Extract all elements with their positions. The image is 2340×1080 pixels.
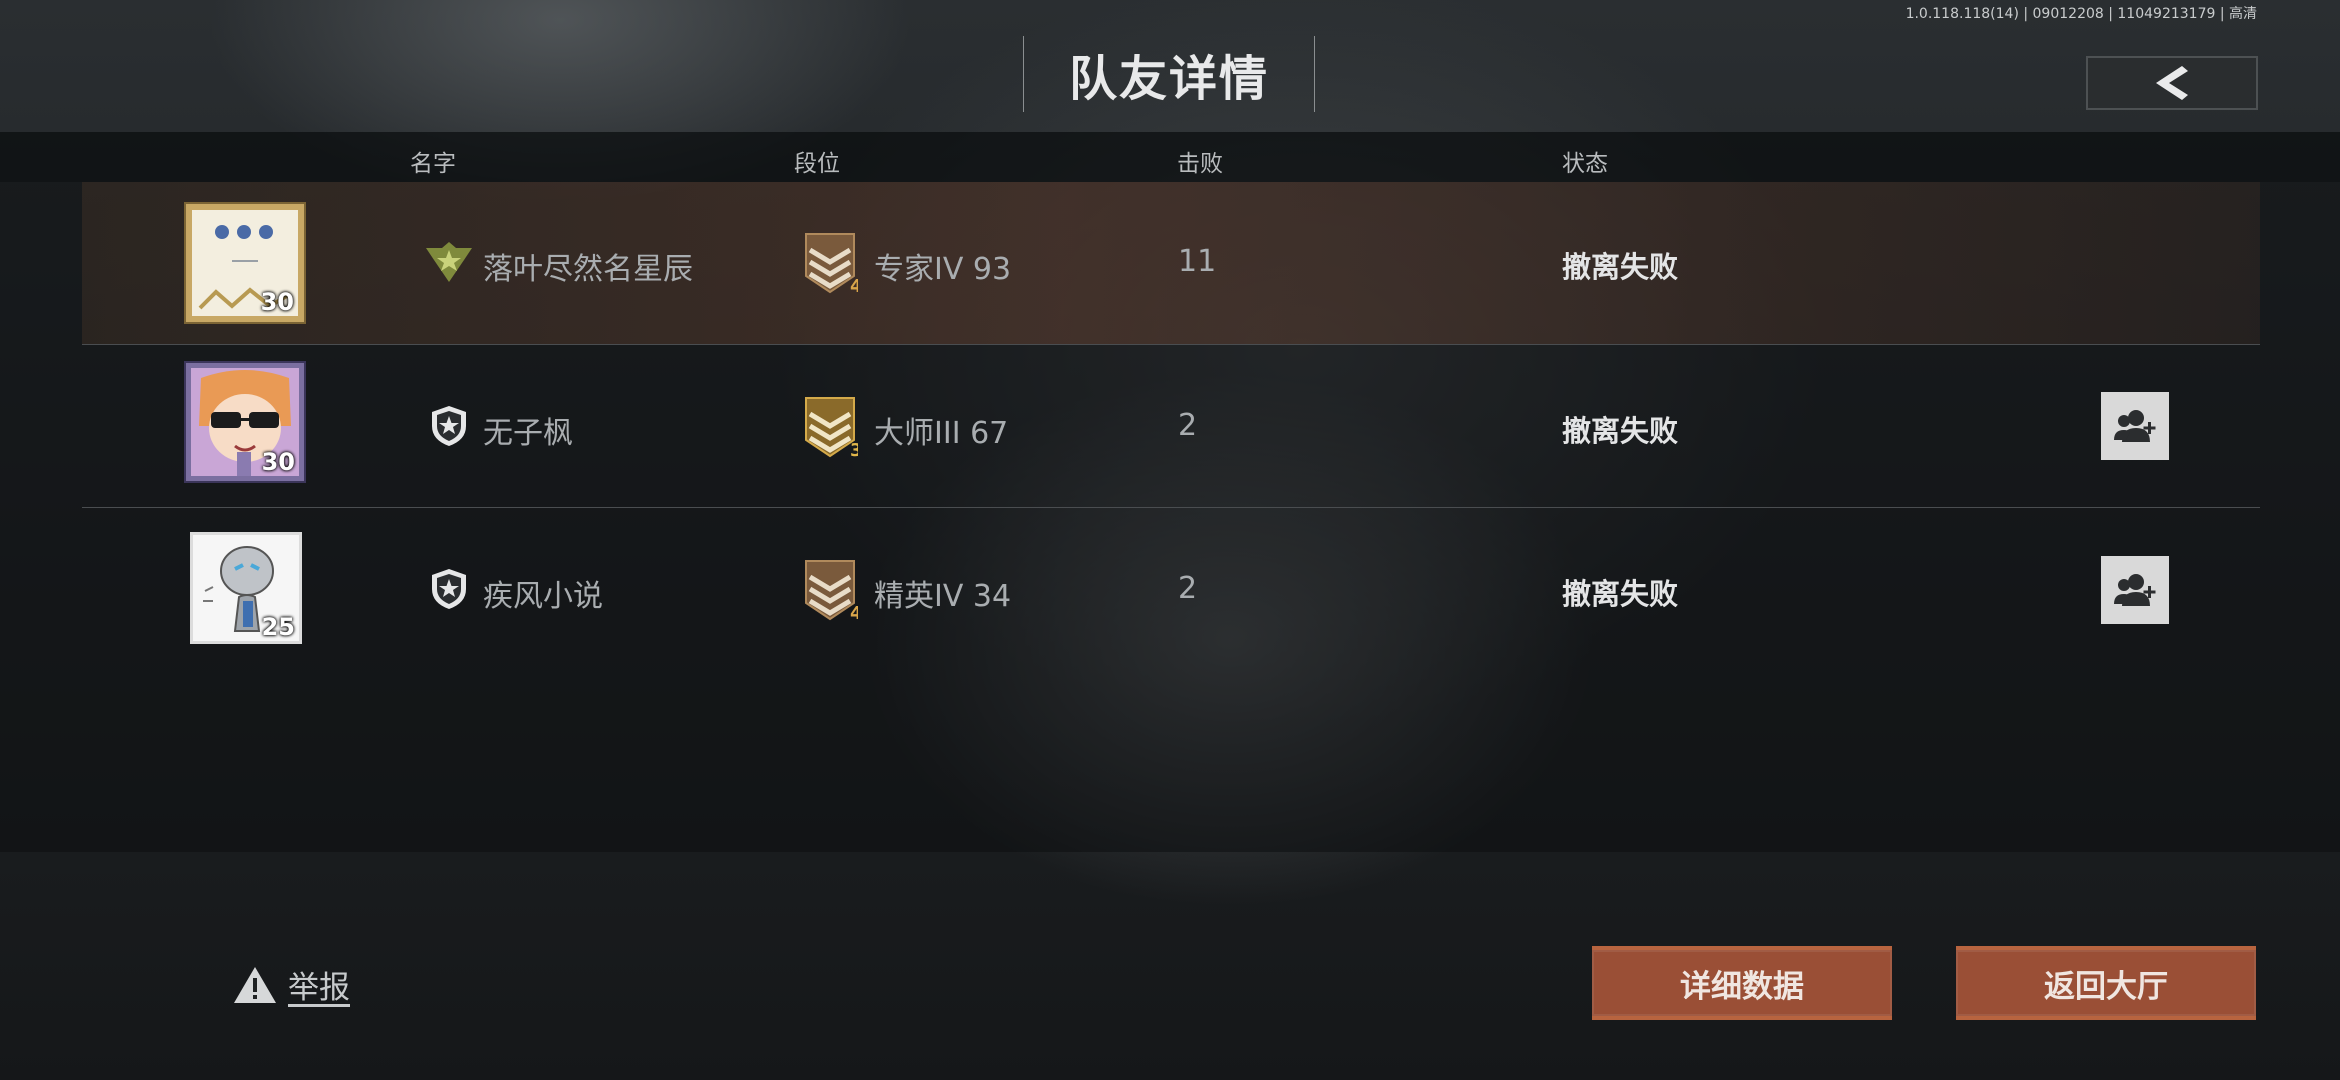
- table-row[interactable]: [82, 508, 2260, 670]
- avatar[interactable]: 30: [186, 204, 304, 322]
- table-row[interactable]: [82, 182, 2260, 344]
- title-frame: 队友详情: [1023, 36, 1315, 112]
- star-badge-icon: [426, 242, 472, 282]
- warning-icon: [234, 966, 276, 1003]
- player-name: 无子枫: [483, 416, 573, 451]
- player-name: 落叶尽然名星辰: [483, 252, 693, 287]
- avatar[interactable]: 25: [190, 532, 302, 644]
- player-kills: 2: [1178, 408, 1198, 443]
- rank-tier: 4: [850, 276, 858, 296]
- detailed-data-button[interactable]: 详细数据: [1592, 946, 1892, 1020]
- column-header-kills: 击败: [1177, 151, 1223, 177]
- player-status: 撤离失败: [1562, 414, 1679, 448]
- add-friend-icon: [2114, 410, 2156, 442]
- player-rank: 专家IV 93: [874, 252, 1012, 287]
- shield-star-icon: [432, 569, 466, 609]
- player-status: 撤离失败: [1562, 250, 1679, 284]
- report-label: 举报: [288, 970, 350, 1006]
- player-rank: 精英IV 34: [874, 579, 1012, 614]
- shield-star-icon: [432, 406, 466, 446]
- rank-chevron-icon: 4: [805, 233, 858, 296]
- player-level: 30: [261, 448, 295, 476]
- column-header-status: 状态: [1562, 151, 1608, 177]
- chevron-left-icon: [2156, 66, 2188, 100]
- player-kills: 11: [1178, 244, 1217, 279]
- version-label: 1.0.118.118(14) | 09012208 | 11049213179…: [1905, 6, 2257, 22]
- column-header-name: 名字: [410, 151, 456, 177]
- table-row[interactable]: [82, 345, 2260, 507]
- rank-chevron-icon: 3: [805, 397, 858, 460]
- avatar[interactable]: 30: [186, 363, 304, 481]
- rank-chevron-icon: 4: [805, 560, 858, 623]
- report-link[interactable]: 举报: [232, 962, 350, 1007]
- rank-tier: 3: [850, 440, 858, 460]
- player-level: 25: [261, 613, 295, 641]
- player-name: 疾风小说: [483, 579, 603, 614]
- add-friend-button[interactable]: [2101, 556, 2169, 624]
- player-rank: 大师III 67: [874, 416, 1009, 451]
- player-level: 30: [260, 288, 294, 316]
- return-lobby-button[interactable]: 返回大厅: [1956, 946, 2256, 1020]
- player-kills: 2: [1178, 571, 1198, 606]
- rank-tier: 4: [850, 603, 858, 623]
- add-friend-icon: [2114, 574, 2156, 606]
- column-header-rank: 段位: [794, 151, 840, 177]
- add-friend-button[interactable]: [2101, 392, 2169, 460]
- back-button[interactable]: [2086, 56, 2258, 110]
- column-header-bar: [0, 132, 2340, 182]
- player-status: 撤离失败: [1562, 577, 1679, 611]
- page-title: 队友详情: [1068, 51, 1269, 107]
